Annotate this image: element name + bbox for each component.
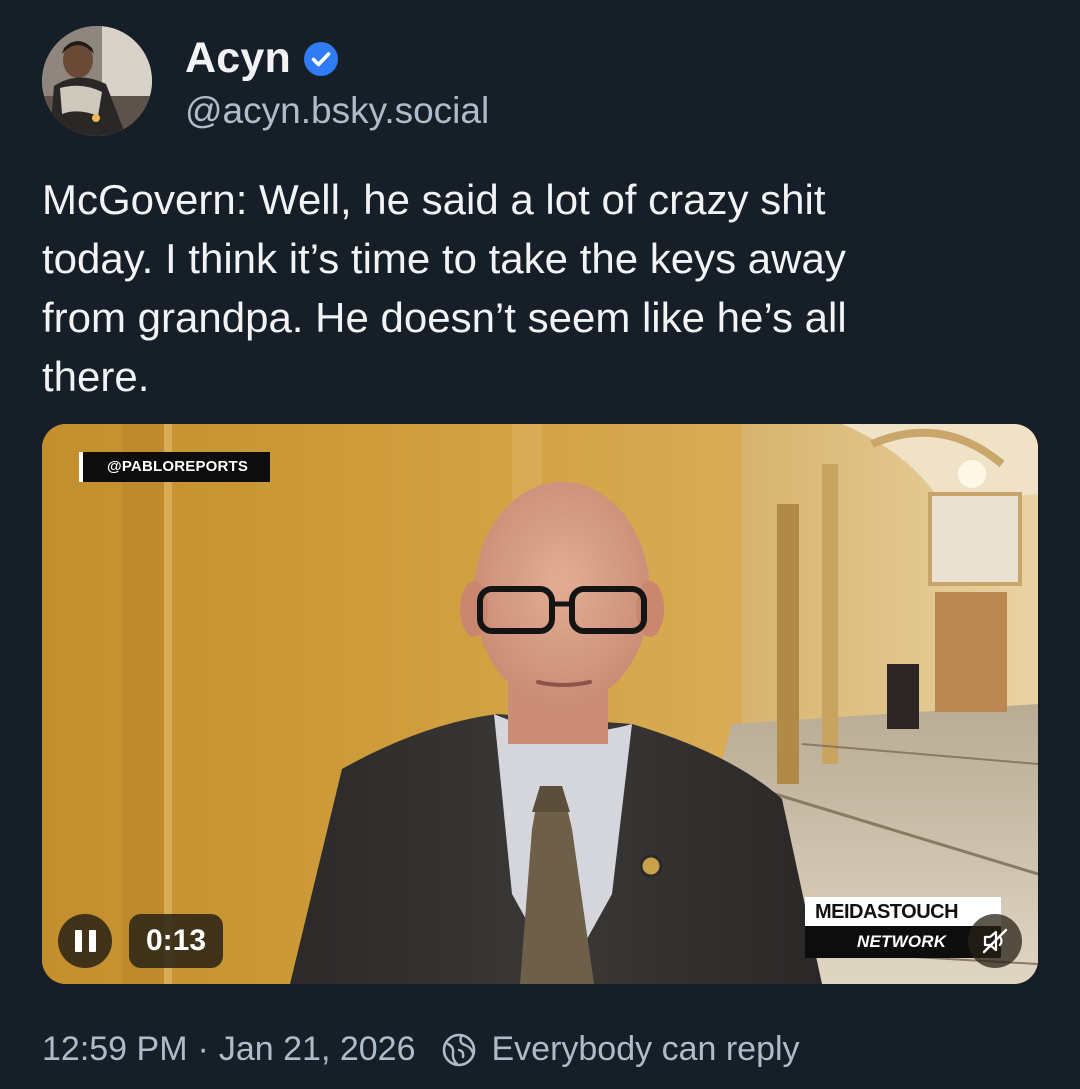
post-date[interactable]: Jan 21, 2026: [219, 1030, 416, 1069]
avatar-photo-icon: [42, 26, 152, 136]
network-logo-line1: MEIDASTOUCH: [805, 897, 1001, 926]
author-handle[interactable]: @acyn.bsky.social: [185, 90, 489, 132]
author-display-name[interactable]: Acyn: [185, 34, 291, 83]
post-text: McGovern: Well, he said a lot of crazy s…: [42, 176, 847, 400]
post-card: Acyn @acyn.bsky.social McGovern: Well, h…: [0, 0, 1080, 1089]
author-name-row: Acyn: [185, 34, 339, 83]
reply-setting-label[interactable]: Everybody can reply: [491, 1030, 799, 1069]
pause-button[interactable]: [58, 914, 112, 968]
video-player[interactable]: @PABLOREPORTS 0:13 MEIDASTOUCH NETWORK: [42, 424, 1038, 984]
unmute-button[interactable]: [968, 914, 1022, 968]
pause-icon: [74, 930, 82, 952]
verified-badge-icon[interactable]: [303, 41, 339, 77]
post-time[interactable]: 12:59 PM: [42, 1030, 188, 1069]
author-avatar[interactable]: [42, 26, 152, 136]
reply-settings-icon: [441, 1032, 477, 1068]
post-meta-row: 12:59 PM · Jan 21, 2026 Everybody can re…: [42, 1030, 800, 1069]
speaker-muted-icon: [982, 928, 1008, 954]
meta-separator: ·: [197, 1030, 209, 1068]
video-time-display: 0:13: [129, 914, 224, 968]
pause-icon-bar: [88, 930, 96, 952]
video-watermark-label: @PABLOREPORTS: [79, 452, 271, 482]
